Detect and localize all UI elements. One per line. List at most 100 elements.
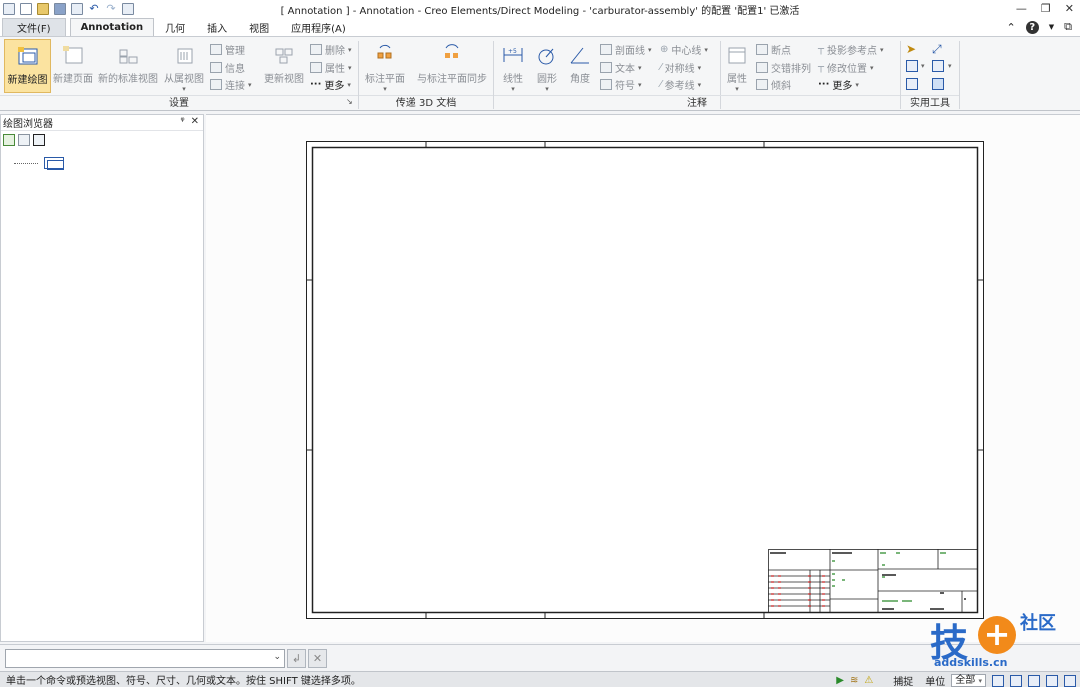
connect-button[interactable]: 连接 ▾ <box>210 77 252 92</box>
symbol-button[interactable]: 符号 ▾ <box>600 77 642 92</box>
redraw-icon[interactable] <box>1010 674 1022 687</box>
tab-applications[interactable]: 应用程序(A) <box>280 18 357 36</box>
grid-icon[interactable] <box>932 60 944 72</box>
status-message: 单击一个命令或预选视图、符号、尺寸、几何或文本。按住 SHIFT 键选择多项。 <box>6 676 361 687</box>
print-icon[interactable] <box>71 3 83 15</box>
restore-icon[interactable]: ❐ <box>1041 2 1051 15</box>
confirm-button[interactable]: ↲ <box>287 649 306 668</box>
tree-item-drawing[interactable] <box>14 157 64 170</box>
prev-page-icon[interactable] <box>1028 674 1040 687</box>
update-view-icon <box>271 43 297 67</box>
anno-properties-label: 属性 <box>727 74 747 85</box>
symbol-label: 符号 <box>615 81 635 92</box>
redo-icon[interactable]: ↷ <box>105 3 117 15</box>
annotation-plane-button[interactable]: 标注平面 ▾ <box>362 43 408 93</box>
reference-button[interactable]: ⁄ 参考线 ▾ <box>660 77 701 92</box>
mini-window-icon[interactable]: ⧉ <box>1064 20 1072 34</box>
connect-icon <box>210 79 222 90</box>
tab-insert[interactable]: 插入 <box>196 18 238 36</box>
browser-pages-icon[interactable] <box>33 134 45 146</box>
setup-more-button[interactable]: ··· 更多 ▾ <box>310 77 351 92</box>
centerline-button[interactable]: ⊕ 中心线 ▾ <box>660 42 708 57</box>
record-icon[interactable]: ≋ <box>850 675 858 686</box>
sync-plane-button[interactable]: 与标注平面同步 <box>414 43 490 85</box>
modify-pos-label: 修改位置 <box>827 64 868 75</box>
measure-dropdown-icon[interactable]: ▾ <box>921 62 925 70</box>
setup-launcher-icon[interactable]: ↘ <box>346 97 353 106</box>
measure-icon[interactable] <box>906 60 918 72</box>
save-icon[interactable] <box>54 3 66 15</box>
angle-dim-label: 角度 <box>570 74 590 85</box>
info-button[interactable]: 信息 <box>210 60 245 75</box>
anno-more-dropdown-icon: ▾ <box>855 80 859 89</box>
browser-filter-icon[interactable] <box>18 134 30 146</box>
proj-ref-button[interactable]: ┬ 投影参考点 ▾ <box>818 42 884 57</box>
circle-dim-button[interactable]: 圆形 ▾ <box>532 43 562 93</box>
tab-file[interactable]: 文件(F) <box>2 18 66 36</box>
modify-pos-button[interactable]: ┬ 修改位置 ▾ <box>818 60 874 75</box>
new-drawing-label: 新建绘图 <box>7 75 48 86</box>
select-arrow-icon[interactable]: ➤ <box>906 42 916 56</box>
tab-geometry[interactable]: 几何 <box>154 18 196 36</box>
update-view-button[interactable]: 更新视图 <box>262 43 306 85</box>
filter-select[interactable]: 全部 ▾ <box>951 674 986 687</box>
warning-icon[interactable]: ⚠ <box>864 675 873 686</box>
tab-annotation[interactable]: Annotation <box>69 18 155 36</box>
new-std-view-button[interactable]: 新的标准视图 <box>96 43 160 85</box>
hatch-button[interactable]: 剖面线 ▾ <box>600 42 652 57</box>
tilt-button[interactable]: 倾斜 <box>756 77 791 92</box>
help-icon[interactable]: ? <box>1025 20 1039 34</box>
from-view-button[interactable]: 从属视图 ▾ <box>162 43 206 93</box>
snap-toggle[interactable]: 捕捉 <box>893 673 913 687</box>
view-icon[interactable] <box>992 674 1004 687</box>
tab-view[interactable]: 视图 <box>238 18 280 36</box>
select-tool-icon[interactable] <box>122 3 134 15</box>
properties-label: 属性 <box>325 64 345 75</box>
break-button[interactable]: 断点 <box>756 42 791 57</box>
ribbon-collapse-icon[interactable]: ⌃ <box>1007 21 1016 34</box>
minimize-icon[interactable]: — <box>1016 2 1027 15</box>
help-dropdown-icon[interactable]: ▼ <box>1049 23 1054 31</box>
new-page-label: 新建页面 <box>53 74 93 85</box>
browser-tree-icon[interactable] <box>3 134 15 146</box>
properties-button[interactable]: 属性 ▾ <box>310 60 352 75</box>
angle-dim-icon <box>567 43 593 67</box>
anno-properties-button[interactable]: 属性 ▾ <box>722 43 752 93</box>
window-controls: — ❐ ✕ <box>1016 2 1074 15</box>
drawing-canvas[interactable] <box>206 114 1080 642</box>
new-file-icon[interactable] <box>20 3 32 15</box>
stagger-button[interactable]: 交错排列 <box>756 60 811 75</box>
manage-button[interactable]: 管理 <box>210 42 245 57</box>
delete-dropdown-icon: ▾ <box>348 45 352 54</box>
delete-button[interactable]: 删除 ▾ <box>310 42 352 57</box>
anno-more-button[interactable]: ··· 更多 ▾ <box>818 77 859 92</box>
proj-ref-dropdown-icon: ▾ <box>880 45 884 54</box>
pin-icon[interactable]: ᵠ <box>180 116 184 127</box>
open-folder-icon[interactable] <box>37 3 49 15</box>
text-button[interactable]: 文本 ▾ <box>600 60 642 75</box>
app-icon[interactable] <box>3 3 15 15</box>
new-page-button[interactable]: 新建页面 <box>52 43 94 85</box>
grid-dropdown-icon[interactable]: ▾ <box>948 62 952 70</box>
browser-close-icon[interactable]: ✕ <box>191 116 199 127</box>
undo-icon[interactable]: ↶ <box>88 3 100 15</box>
command-input[interactable]: ⌄ <box>5 649 285 668</box>
close-icon[interactable]: ✕ <box>1065 2 1074 15</box>
layout-icon[interactable] <box>906 78 918 90</box>
play-icon[interactable]: ▶ <box>836 675 844 686</box>
cancel-button[interactable]: ✕ <box>308 649 327 668</box>
angle-dim-button[interactable]: 角度 <box>566 43 594 85</box>
zoom-fit-icon[interactable]: ⤢ <box>932 42 942 57</box>
tilt-icon <box>756 79 768 90</box>
reference-icon: ⁄ <box>660 79 662 90</box>
symmetry-dropdown-icon: ▾ <box>697 63 702 72</box>
linear-dim-button[interactable]: +5 线性 ▾ <box>498 43 528 93</box>
unit-toggle[interactable]: 单位 <box>925 673 945 687</box>
table-icon[interactable] <box>932 78 944 90</box>
fit-icon[interactable] <box>1046 674 1058 687</box>
symmetry-button[interactable]: ⁄ 对称线 ▾ <box>660 60 701 75</box>
command-dropdown-icon[interactable]: ⌄ <box>273 652 281 662</box>
zoom-icon[interactable] <box>1064 674 1076 687</box>
reference-dropdown-icon: ▾ <box>697 80 702 89</box>
new-drawing-button[interactable]: 新建绘图 <box>4 39 51 93</box>
